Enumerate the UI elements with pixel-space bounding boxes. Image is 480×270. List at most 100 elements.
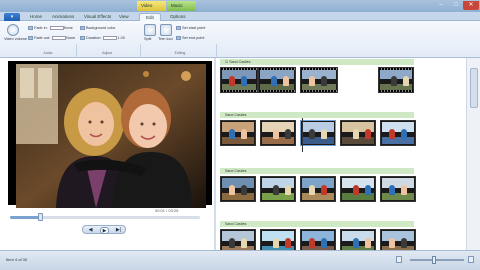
background-color-button[interactable]: Background color bbox=[80, 26, 116, 31]
background-color-label: Background color bbox=[86, 26, 116, 30]
thumbnail-figure bbox=[401, 129, 407, 139]
tab-home[interactable]: Home bbox=[30, 13, 42, 21]
maximize-button[interactable]: □ bbox=[449, 1, 463, 10]
fade-out-dropdown[interactable] bbox=[52, 36, 67, 40]
thumbnail-figure bbox=[389, 129, 395, 139]
thumbnail-figure bbox=[285, 238, 291, 248]
thumbnail-figure bbox=[389, 238, 395, 248]
ribbon-tab-strip: ▾ Home Animations Visual Effects View Ed… bbox=[0, 12, 480, 21]
clip-thumbnail[interactable] bbox=[300, 176, 336, 202]
film-sprocket bbox=[301, 90, 337, 92]
clip-thumbnail[interactable] bbox=[300, 67, 338, 93]
background-color-icon bbox=[80, 26, 85, 30]
thumbnail-figure bbox=[321, 76, 327, 86]
duration-icon bbox=[80, 36, 85, 40]
set-start-point-icon bbox=[176, 26, 181, 30]
video-volume-icon[interactable] bbox=[7, 24, 19, 36]
music-tools-context-tab[interactable]: Music Tools bbox=[167, 1, 196, 18]
video-volume-label: Video volume bbox=[4, 37, 27, 41]
clip-thumbnail[interactable] bbox=[340, 120, 376, 146]
storyboard-view-icon[interactable] bbox=[396, 256, 402, 263]
set-start-point-button[interactable]: Set start point bbox=[176, 26, 205, 31]
tab-animations[interactable]: Animations bbox=[52, 13, 74, 21]
clip-caption-label[interactable]: Sand Castles bbox=[220, 221, 414, 227]
clip-thumbnail[interactable] bbox=[220, 176, 256, 202]
thumbnail-sky bbox=[382, 231, 414, 241]
thumbnail-figure bbox=[285, 129, 291, 139]
clip-thumbnail[interactable] bbox=[380, 120, 416, 146]
play-button[interactable]: ▶ bbox=[100, 227, 109, 234]
clip-thumbnail[interactable] bbox=[300, 120, 336, 146]
clip-thumbnail[interactable] bbox=[260, 229, 296, 250]
fade-out-control[interactable]: Fade out: None bbox=[28, 36, 75, 41]
thumbnail-ground bbox=[302, 137, 334, 144]
tab-view[interactable]: View bbox=[119, 13, 129, 21]
clip-caption-label[interactable]: ☑ Sand Castles bbox=[220, 59, 414, 65]
application-menu-button[interactable]: ▾ bbox=[4, 13, 20, 21]
thumbnail-figure bbox=[229, 238, 235, 248]
video-tools-context-tab[interactable]: Video Tools bbox=[137, 1, 166, 18]
thumbnail-sky bbox=[222, 178, 254, 188]
set-end-point-icon bbox=[176, 36, 181, 40]
tab-visual-effects[interactable]: Visual Effects bbox=[84, 13, 111, 21]
thumbnail-figure bbox=[353, 185, 359, 195]
thumbnail-sky bbox=[222, 231, 254, 241]
set-end-point-button[interactable]: Set end point bbox=[176, 36, 204, 41]
minimize-button[interactable]: – bbox=[434, 1, 448, 10]
clip-thumbnail[interactable] bbox=[220, 229, 256, 250]
duration-control[interactable]: Duration: 1.00 bbox=[80, 36, 125, 41]
tab-edit[interactable]: Edit bbox=[139, 13, 161, 21]
fade-in-control[interactable]: Fade in: None bbox=[28, 26, 73, 31]
clip-thumbnail[interactable] bbox=[220, 120, 256, 146]
preview-monitor[interactable] bbox=[8, 61, 212, 208]
fade-in-value: None bbox=[63, 26, 73, 30]
seek-bar-thumb[interactable] bbox=[38, 213, 44, 221]
scrollbar-thumb[interactable] bbox=[470, 68, 478, 108]
clip-caption-label[interactable]: Sand Castles bbox=[220, 112, 414, 118]
thumbnail-sky bbox=[382, 122, 414, 132]
storyboard-scrollbar[interactable] bbox=[466, 58, 480, 250]
thumbnail-ground bbox=[382, 193, 414, 200]
clip-thumbnail[interactable] bbox=[258, 67, 296, 93]
thumbnail-figure bbox=[365, 238, 371, 248]
film-sprocket bbox=[259, 90, 295, 92]
thumbnail-figure bbox=[321, 185, 327, 195]
thumbnail-figure bbox=[273, 238, 279, 248]
clip-caption-label[interactable]: Sand Castles bbox=[220, 168, 414, 174]
zoom-in-icon[interactable] bbox=[468, 256, 474, 263]
seek-bar-fill bbox=[10, 216, 41, 219]
next-frame-button[interactable]: ▶| bbox=[114, 227, 123, 234]
storyboard-playhead[interactable] bbox=[302, 118, 303, 152]
clip-thumbnail[interactable] bbox=[260, 120, 296, 146]
thumbnail-figure bbox=[389, 185, 395, 195]
ribbon: Video volume Fade in: None Fade out: Non… bbox=[0, 21, 480, 77]
thumbnail-figure bbox=[271, 76, 277, 86]
clip-thumbnail[interactable] bbox=[380, 176, 416, 202]
previous-frame-button[interactable]: ◀ bbox=[86, 227, 95, 234]
duration-dropdown[interactable] bbox=[103, 36, 118, 40]
thumbnail-ground bbox=[222, 193, 254, 200]
film-sprocket bbox=[221, 90, 257, 92]
fade-in-dropdown[interactable] bbox=[49, 26, 64, 30]
clip-thumbnail[interactable] bbox=[260, 176, 296, 202]
trim-tool-icon[interactable] bbox=[160, 24, 172, 36]
clip-thumbnail[interactable] bbox=[378, 67, 414, 93]
title-bar: Video Tools Music Tools – □ ✕ bbox=[0, 0, 480, 18]
zoom-slider[interactable] bbox=[410, 259, 464, 261]
close-button[interactable]: ✕ bbox=[463, 1, 479, 10]
thumbnail-figure bbox=[401, 185, 407, 195]
zoom-slider-thumb[interactable] bbox=[432, 256, 436, 264]
clip-thumbnail-strip bbox=[220, 229, 416, 250]
clip-thumbnail[interactable] bbox=[340, 176, 376, 202]
thumbnail-figure bbox=[353, 129, 359, 139]
thumbnail-figure bbox=[365, 185, 371, 195]
clip-thumbnail[interactable] bbox=[380, 229, 416, 250]
clip-thumbnail[interactable] bbox=[220, 67, 258, 93]
tab-options[interactable]: Options bbox=[170, 13, 186, 21]
audio-group-label: Audio bbox=[43, 51, 53, 55]
thumbnail-figure bbox=[241, 238, 247, 248]
clip-thumbnail[interactable] bbox=[340, 229, 376, 250]
split-icon[interactable] bbox=[144, 24, 156, 36]
clip-thumbnail[interactable] bbox=[300, 229, 336, 250]
trim-tool-label: Trim tool bbox=[158, 37, 173, 41]
